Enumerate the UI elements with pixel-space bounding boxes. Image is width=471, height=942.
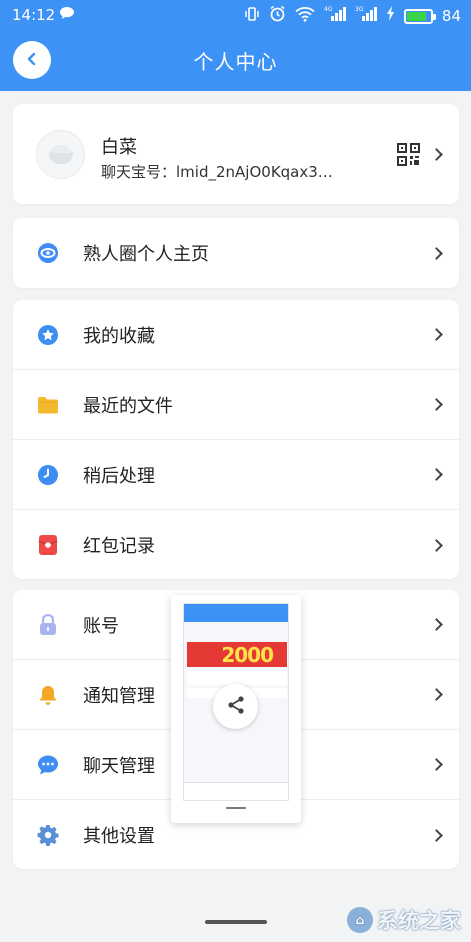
chevron-right-icon bbox=[430, 468, 443, 481]
alarm-icon bbox=[269, 5, 286, 27]
avatar[interactable] bbox=[36, 130, 85, 179]
preview-banner: 2000 bbox=[187, 642, 287, 667]
chevron-right-icon bbox=[430, 758, 443, 771]
chevron-right-icon bbox=[430, 246, 443, 260]
signal-4g-icon: 4G bbox=[324, 5, 346, 27]
watermark: ⌂ 系统之家 bbox=[347, 905, 461, 935]
profile-id-value: lmid_2nAjO0Kqax3… bbox=[176, 163, 333, 181]
battery-percent: 84 bbox=[441, 7, 461, 25]
signal-3g-icon: 3G bbox=[355, 5, 377, 27]
watermark-logo-icon: ⌂ bbox=[347, 907, 373, 933]
folder-icon bbox=[37, 394, 59, 416]
clock-icon bbox=[37, 464, 59, 486]
share-icon bbox=[226, 695, 246, 719]
chevron-right-icon bbox=[430, 148, 443, 161]
chat-bubble-icon bbox=[59, 6, 75, 24]
menu-group-files: 我的收藏 最近的文件 稍后处理 红包记录 bbox=[13, 300, 459, 579]
battery-indicator bbox=[403, 8, 436, 24]
wifi-icon bbox=[295, 6, 315, 27]
vibrate-icon bbox=[244, 6, 260, 27]
profile-name: 白菜 bbox=[101, 137, 137, 158]
app-header: 14:12 4G 3G 84 个人中心 bbox=[0, 0, 471, 91]
status-time: 14:12 bbox=[12, 6, 56, 24]
bell-icon bbox=[37, 684, 59, 706]
menu-item-label: 聊天管理 bbox=[83, 755, 155, 777]
charging-icon bbox=[386, 6, 395, 26]
menu-item-later[interactable]: 稍后处理 bbox=[13, 440, 459, 510]
chevron-right-icon bbox=[430, 618, 443, 631]
menu-item-red-packet[interactable]: 红包记录 bbox=[13, 510, 459, 580]
menu-item-label: 我的收藏 bbox=[83, 325, 155, 347]
menu-item-favorites[interactable]: 我的收藏 bbox=[13, 300, 459, 370]
profile-card[interactable]: 白菜 聊天宝号：lmid_2nAjO0Kqax3… bbox=[13, 104, 459, 204]
red-envelope-icon bbox=[37, 534, 59, 556]
menu-item-label: 红包记录 bbox=[83, 536, 155, 557]
status-icons: 4G 3G 84 bbox=[244, 5, 461, 27]
preview-banner-number: 2000 bbox=[221, 642, 274, 667]
svg-text:4G: 4G bbox=[324, 6, 333, 13]
page-title: 个人中心 bbox=[193, 50, 278, 74]
battery-fill bbox=[406, 11, 427, 21]
profile-id-label: 聊天宝号： bbox=[101, 163, 177, 181]
chat-icon bbox=[37, 754, 59, 776]
menu-item-label: 最近的文件 bbox=[83, 395, 173, 417]
profile-id: 聊天宝号：lmid_2nAjO0Kqax3… bbox=[101, 161, 333, 182]
menu-item-label: 账号 bbox=[83, 615, 119, 637]
menu-item-label: 其他设置 bbox=[83, 826, 155, 847]
menu-item-moments[interactable]: 熟人圈个人主页 bbox=[13, 218, 459, 288]
gear-icon bbox=[37, 824, 59, 846]
preview-drag-handle[interactable] bbox=[226, 807, 246, 809]
svg-text:3G: 3G bbox=[355, 6, 364, 13]
chevron-right-icon bbox=[430, 398, 443, 411]
home-indicator[interactable] bbox=[205, 920, 267, 924]
chevron-right-icon bbox=[430, 538, 443, 552]
star-icon bbox=[37, 324, 59, 346]
watermark-text: 系统之家 bbox=[377, 909, 461, 933]
qr-code-icon[interactable] bbox=[397, 143, 420, 166]
menu-item-label: 熟人圈个人主页 bbox=[83, 244, 209, 265]
menu-item-label: 稍后处理 bbox=[83, 465, 155, 487]
moments-card: 熟人圈个人主页 bbox=[13, 218, 459, 288]
lock-icon bbox=[37, 613, 59, 636]
share-button[interactable] bbox=[213, 684, 258, 729]
menu-item-label: 通知管理 bbox=[83, 685, 155, 707]
status-bar: 14:12 4G 3G 84 bbox=[0, 0, 471, 30]
chevron-right-icon bbox=[430, 688, 443, 701]
menu-item-recent-files[interactable]: 最近的文件 bbox=[13, 370, 459, 440]
moments-icon bbox=[37, 242, 59, 264]
chevron-right-icon bbox=[430, 828, 443, 842]
chevron-right-icon bbox=[430, 328, 443, 341]
